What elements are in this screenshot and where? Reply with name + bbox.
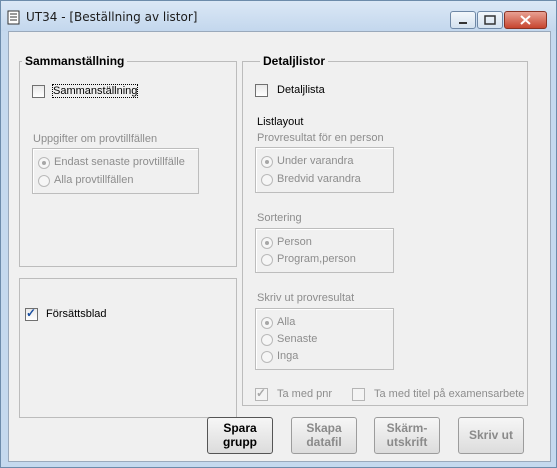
client-area: Sammanställning Sammanställning Uppgifte…	[8, 31, 551, 462]
detaljlista-checkbox[interactable]	[255, 84, 268, 97]
document-icon	[7, 10, 20, 25]
forsattsblad-label: Försättsblad	[46, 308, 107, 320]
spara-grupp-line2: grupp	[223, 435, 257, 449]
radio-under-varandra[interactable]	[261, 156, 273, 168]
radio-under-varandra-label: Under varandra	[277, 155, 354, 167]
listlayout-label: Listlayout	[257, 116, 304, 128]
close-icon	[520, 15, 531, 25]
skarmutskrift-line1: Skärm-	[386, 421, 428, 435]
restore-icon	[484, 15, 496, 25]
forsattsblad-group: Försättsblad	[19, 278, 237, 418]
spara-grupp-button[interactable]: Spara grupp	[207, 417, 273, 454]
radio-endast-senaste[interactable]	[38, 157, 50, 169]
ta-med-titel-checkbox[interactable]	[352, 388, 365, 401]
detaljlista-label: Detaljlista	[277, 84, 325, 96]
window-title: UT34 - [Beställning av listor]	[26, 10, 198, 24]
ta-med-pnr-label: Ta med pnr	[277, 388, 333, 400]
skriv-ut-label: Skriv ut	[468, 428, 513, 442]
minimize-icon	[459, 22, 467, 24]
spara-grupp-line1: Spara	[223, 421, 257, 435]
title-bar[interactable]: UT34 - [Beställning av listor]	[1, 1, 556, 31]
radio-inga[interactable]	[261, 351, 273, 363]
skarmutskrift-line2: utskrift	[386, 435, 428, 449]
radio-person[interactable]	[261, 237, 273, 249]
minimize-button[interactable]	[450, 11, 476, 29]
radio-senaste[interactable]	[261, 334, 273, 346]
skapa-datafil-button[interactable]: Skapa datafil	[291, 417, 357, 454]
sammanstallning-group-title: Sammanställning	[22, 54, 128, 68]
skapa-datafil-line1: Skapa	[306, 421, 342, 435]
ta-med-pnr-checkbox[interactable]	[255, 386, 268, 401]
radio-alla-provtillfallen[interactable]	[38, 175, 50, 187]
sortering-label: Sortering	[257, 212, 302, 224]
maximize-button[interactable]	[477, 11, 503, 29]
radio-alla[interactable]	[261, 317, 273, 329]
skriv-ut-button[interactable]: Skriv ut	[458, 417, 524, 454]
radio-bredvid-varandra-label: Bredvid varandra	[277, 173, 361, 185]
uppgifter-label: Uppgifter om provtillfällen	[33, 133, 158, 145]
provresultat-options-box: Under varandra Bredvid varandra	[255, 147, 394, 193]
app-window: UT34 - [Beställning av listor] Sammanstä…	[0, 0, 557, 468]
sammanstallning-checkbox[interactable]	[32, 85, 45, 98]
radio-senaste-label: Senaste	[277, 333, 318, 345]
sammanstallning-group: Sammanställning Sammanställning Uppgifte…	[19, 54, 237, 267]
ta-med-titel-label: Ta med titel på examensarbete	[374, 388, 525, 400]
uppgifter-options-box: Endast senaste provtillfälle Alla provti…	[32, 148, 199, 194]
radio-bredvid-varandra[interactable]	[261, 174, 273, 186]
skriv-ut-options-box: Alla Senaste Inga	[255, 308, 394, 370]
close-button[interactable]	[504, 11, 547, 29]
radio-inga-label: Inga	[277, 350, 299, 362]
radio-program-person[interactable]	[261, 254, 273, 266]
skriv-ut-provresultat-label: Skriv ut provresultat	[257, 292, 355, 304]
sortering-options-box: Person Program,person	[255, 228, 394, 273]
radio-program-person-label: Program,person	[277, 253, 356, 265]
radio-alla-label: Alla	[277, 316, 296, 328]
detaljlistor-group-title: Detaljlistor	[260, 54, 329, 68]
provresultat-label: Provresultat för en person	[257, 132, 384, 144]
radio-alla-provtillfallen-label: Alla provtillfällen	[54, 174, 134, 186]
radio-endast-senaste-label: Endast senaste provtillfälle	[54, 156, 185, 168]
skarmutskrift-button[interactable]: Skärm- utskrift	[374, 417, 440, 454]
forsattsblad-checkbox[interactable]	[25, 306, 38, 321]
skapa-datafil-line2: datafil	[306, 435, 342, 449]
sammanstallning-checkbox-label[interactable]: Sammanställning	[51, 84, 139, 98]
detaljlistor-group: Detaljlistor Detaljlista Listlayout Prov…	[242, 54, 528, 406]
radio-person-label: Person	[277, 236, 312, 248]
